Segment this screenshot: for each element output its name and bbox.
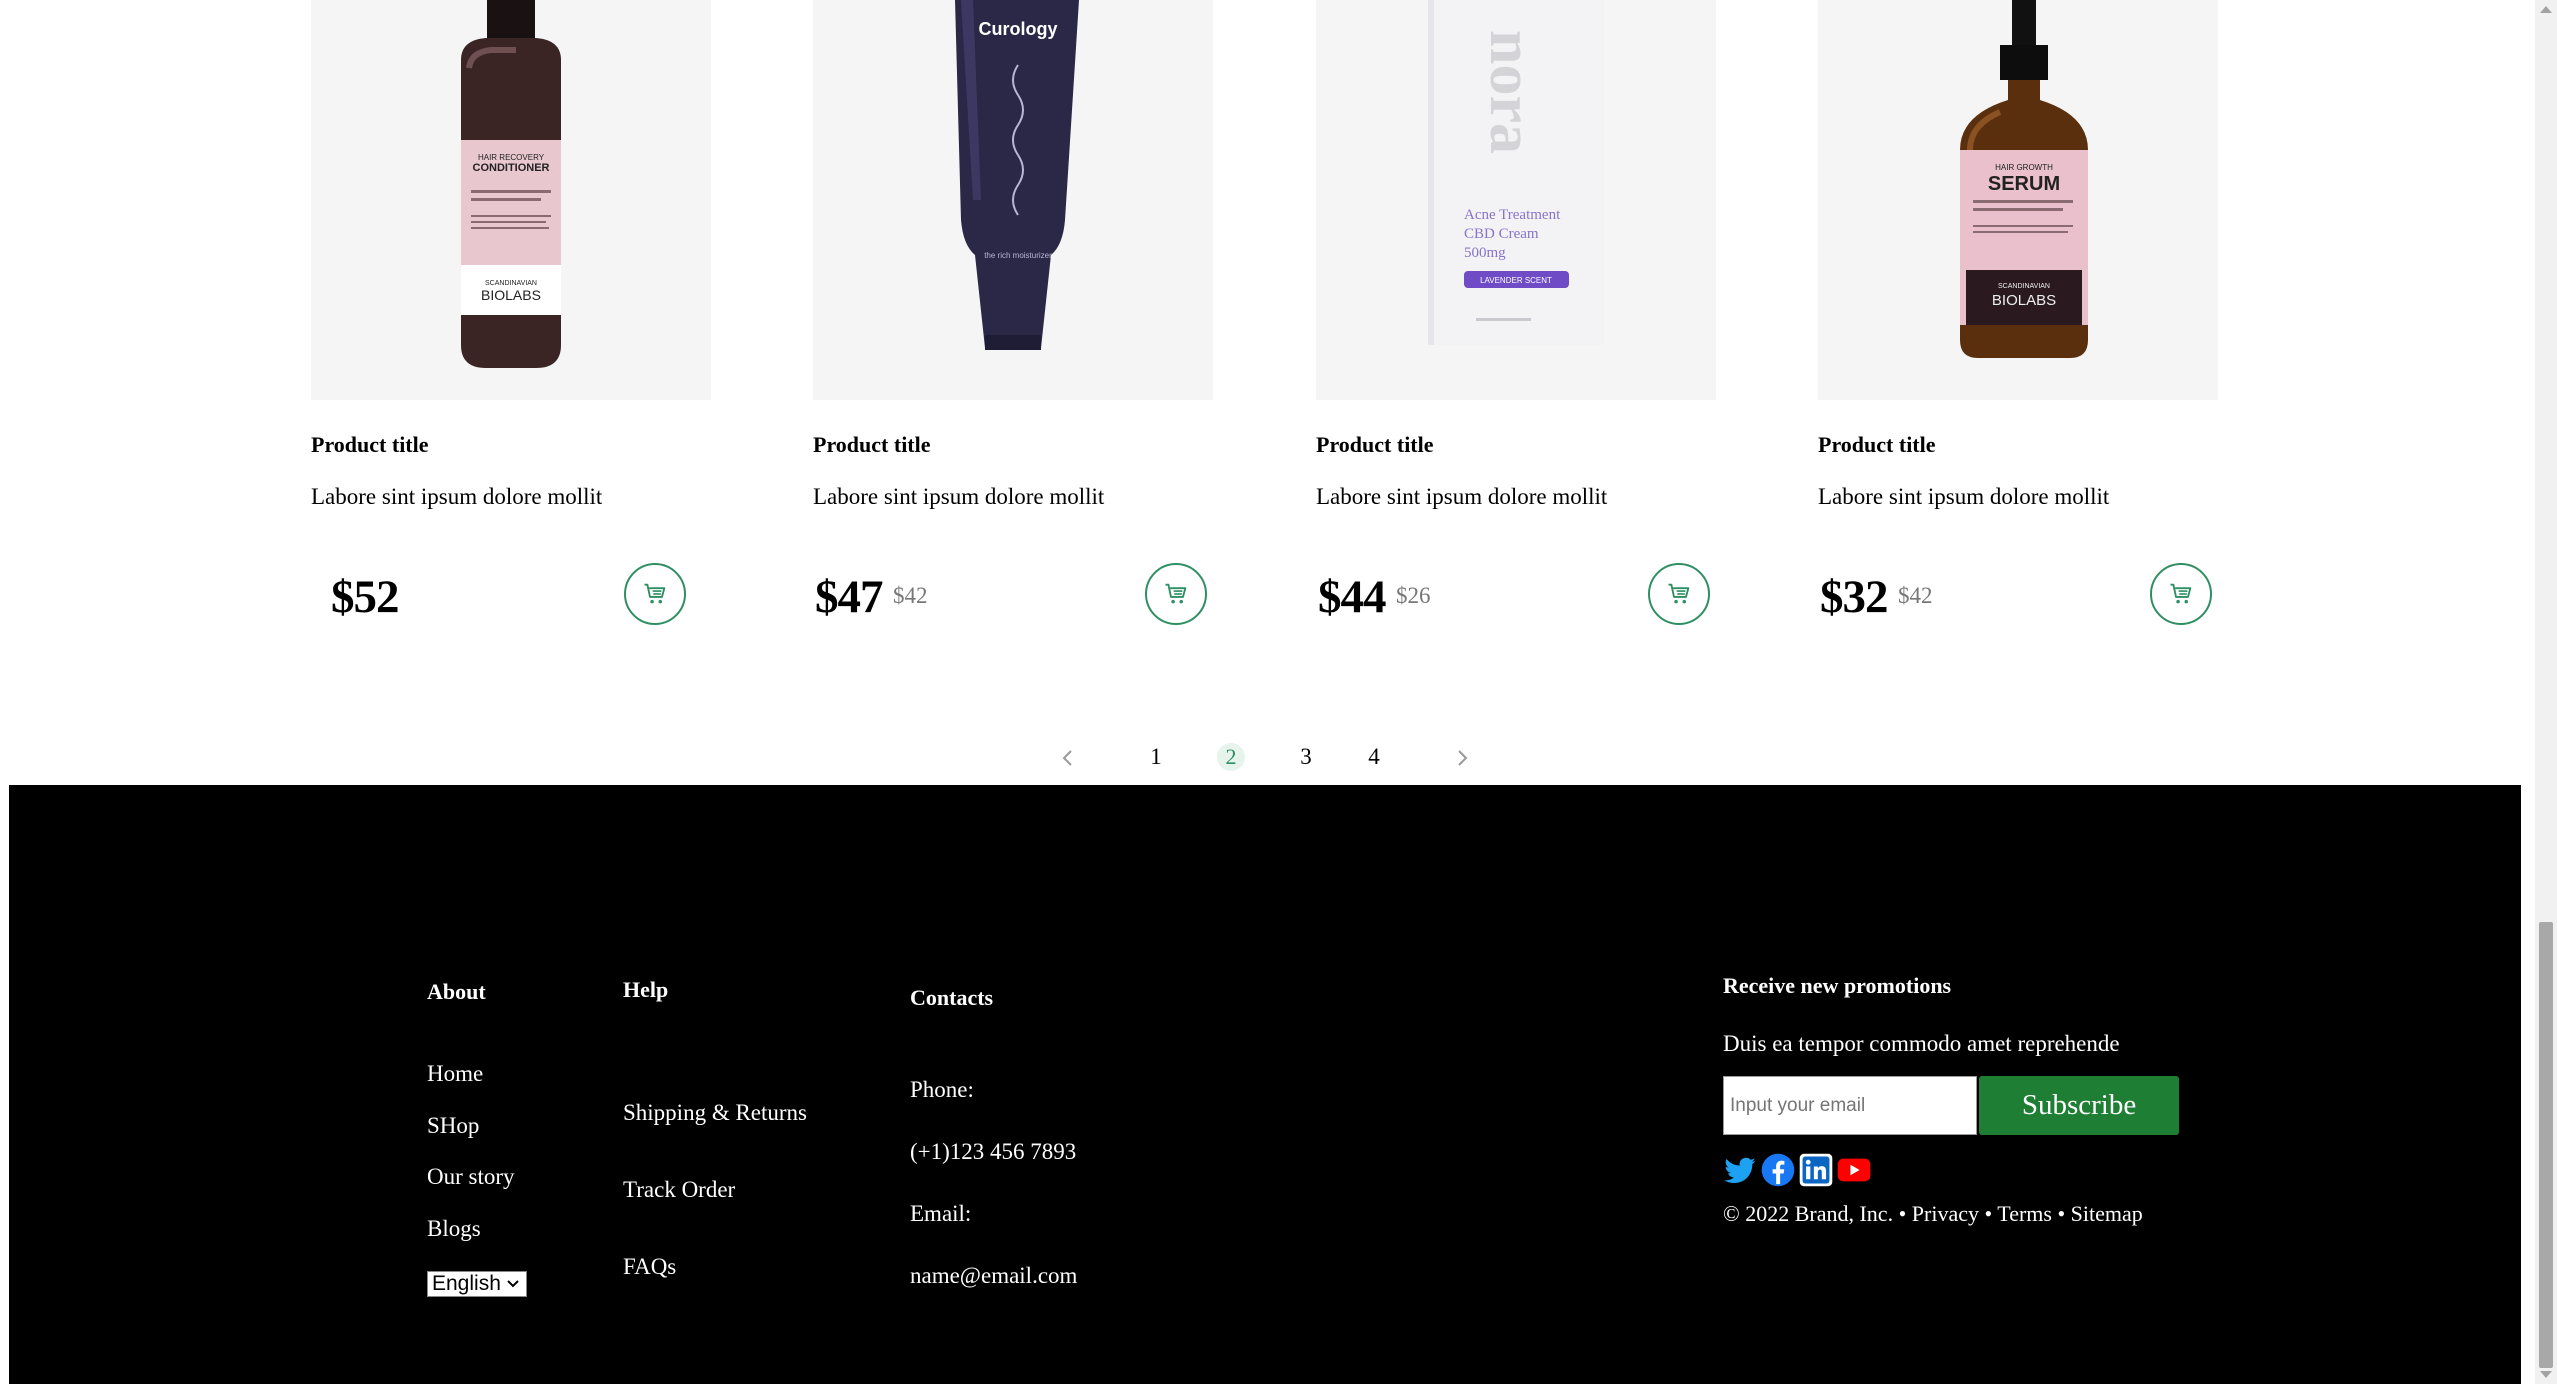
footer: About Home SHop Our story Blogs English …	[9, 785, 2521, 1384]
phone-label: Phone:	[910, 1077, 974, 1102]
help-heading: Help	[623, 977, 669, 1002]
add-to-cart-button[interactable]	[624, 563, 686, 625]
svg-text:Acne Treatment: Acne Treatment	[1464, 207, 1561, 223]
product-card[interactable]: HAIR GROWTH SERUM SCANDINAVIAN BIOLABS P…	[1818, 0, 2218, 625]
product-price: $44	[1318, 571, 1386, 623]
product-description: Labore sint ipsum dolore mollit	[311, 484, 603, 509]
footer-link-blogs[interactable]: Blogs	[427, 1216, 481, 1242]
product-price: $52	[331, 571, 399, 623]
svg-text:SCANDINAVIAN: SCANDINAVIAN	[485, 280, 537, 287]
linkedin-icon[interactable]	[1799, 1153, 1833, 1187]
scrollbar-thumb[interactable]	[2539, 922, 2553, 1368]
product-image[interactable]: Curology the rich moisturizer	[813, 0, 1213, 400]
curology-tube-image: Curology the rich moisturizer	[955, 0, 1079, 350]
subscribe-button[interactable]: Subscribe	[1979, 1076, 2179, 1135]
about-heading: About	[427, 979, 486, 1004]
separator: •	[1898, 1201, 1907, 1226]
product-old-price: $26	[1396, 583, 1431, 608]
product-grid: HAIR RECOVERY CONDITIONER SCANDINAVIAN B…	[0, 0, 2535, 785]
terms-link[interactable]: Terms	[1997, 1201, 2052, 1226]
separator: •	[1984, 1201, 1993, 1226]
twitter-icon[interactable]	[1723, 1153, 1757, 1187]
product-image[interactable]: HAIR GROWTH SERUM SCANDINAVIAN BIOLABS	[1818, 0, 2218, 400]
svg-text:CBD Cream: CBD Cream	[1464, 226, 1539, 242]
cart-icon	[2170, 583, 2192, 604]
email-address: name@email.com	[910, 1263, 1078, 1288]
page-2-button[interactable]: 2	[1217, 743, 1245, 771]
product-image[interactable]: HAIR RECOVERY CONDITIONER SCANDINAVIAN B…	[311, 0, 711, 400]
phone-number: (+1)123 456 7893	[910, 1139, 1077, 1164]
footer-link-our-story[interactable]: Our story	[427, 1164, 515, 1190]
copyright-text: © 2022 Brand, Inc.	[1723, 1201, 1894, 1226]
product-price: $47	[815, 571, 883, 623]
sitemap-link[interactable]: Sitemap	[2071, 1201, 2143, 1226]
add-to-cart-button[interactable]	[1648, 563, 1710, 625]
privacy-link[interactable]: Privacy	[1912, 1201, 1979, 1226]
footer-link-home[interactable]: Home	[427, 1061, 483, 1087]
cart-icon	[1668, 583, 1690, 604]
chevron-right-icon[interactable]	[1450, 746, 1474, 770]
product-card[interactable]: HAIR RECOVERY CONDITIONER SCANDINAVIAN B…	[311, 0, 711, 625]
language-select[interactable]: English	[427, 1271, 527, 1297]
page-3-button[interactable]: 3	[1291, 740, 1321, 774]
footer-link-shipping-returns[interactable]: Shipping & Returns	[623, 1100, 807, 1126]
cart-icon	[644, 583, 666, 604]
svg-text:500mg: 500mg	[1464, 245, 1506, 261]
contacts-heading: Contacts	[910, 985, 994, 1010]
scroll-down-arrow-icon[interactable]	[2540, 1371, 2552, 1378]
youtube-icon[interactable]	[1837, 1153, 1871, 1187]
scroll-up-arrow-icon[interactable]	[2540, 6, 2552, 13]
product-description: Labore sint ipsum dolore mollit	[813, 484, 1105, 509]
svg-text:Curology: Curology	[979, 19, 1058, 39]
email-label: Email:	[910, 1201, 972, 1226]
svg-text:HAIR RECOVERY: HAIR RECOVERY	[478, 153, 545, 162]
product-card[interactable]: Curology the rich moisturizer Product ti…	[813, 0, 1213, 625]
svg-text:nora: nora	[1477, 30, 1545, 154]
svg-text:HAIR GROWTH: HAIR GROWTH	[1995, 163, 2053, 172]
separator: •	[2057, 1201, 2066, 1226]
footer-link-shop[interactable]: SHop	[427, 1113, 479, 1139]
svg-text:BIOLABS: BIOLABS	[1992, 292, 2056, 309]
promotions-text: Duis ea tempor commodo amet reprehende	[1723, 1031, 2120, 1056]
add-to-cart-button[interactable]	[2150, 563, 2212, 625]
product-price: $32	[1820, 571, 1888, 623]
product-old-price: $42	[893, 583, 928, 608]
serum-bottle-image: HAIR GROWTH SERUM SCANDINAVIAN BIOLABS	[1960, 0, 2088, 358]
chevron-down-icon	[507, 1280, 519, 1288]
vertical-scrollbar[interactable]	[2535, 0, 2557, 1384]
facebook-icon[interactable]	[1761, 1153, 1795, 1187]
promotions-heading: Receive new promotions	[1723, 973, 1952, 998]
product-image[interactable]: nora Acne Treatment CBD Cream 500mg LAVE…	[1316, 0, 1716, 400]
svg-text:CONDITIONER: CONDITIONER	[473, 162, 550, 174]
svg-text:BIOLABS: BIOLABS	[481, 287, 541, 303]
svg-text:the rich moisturizer: the rich moisturizer	[984, 251, 1052, 260]
product-description: Labore sint ipsum dolore mollit	[1316, 484, 1608, 509]
legal-line: © 2022 Brand, Inc. • Privacy • Terms • S…	[1723, 1201, 2143, 1227]
product-old-price: $42	[1898, 583, 1933, 608]
pagination: 1 2 3 4	[0, 740, 2535, 780]
page-4-button[interactable]: 4	[1359, 740, 1389, 774]
product-title[interactable]: Product title	[1818, 432, 1936, 458]
product-description: Labore sint ipsum dolore mollit	[1818, 484, 2110, 509]
product-card[interactable]: nora Acne Treatment CBD Cream 500mg LAVE…	[1316, 0, 1716, 625]
footer-link-faqs[interactable]: FAQs	[623, 1254, 676, 1280]
chevron-left-icon[interactable]	[1056, 746, 1080, 770]
footer-link-track-order[interactable]: Track Order	[623, 1177, 735, 1203]
product-title[interactable]: Product title	[1316, 432, 1434, 458]
product-title[interactable]: Product title	[813, 432, 931, 458]
nora-box-image: nora Acne Treatment CBD Cream 500mg LAVE…	[1428, 0, 1604, 345]
page-1-button[interactable]: 1	[1141, 740, 1171, 774]
email-input[interactable]	[1723, 1076, 1977, 1135]
conditioner-bottle-image: HAIR RECOVERY CONDITIONER SCANDINAVIAN B…	[461, 0, 561, 368]
svg-text:LAVENDER SCENT: LAVENDER SCENT	[1480, 276, 1552, 285]
svg-text:SERUM: SERUM	[1988, 173, 2060, 195]
language-value: English	[432, 1272, 501, 1295]
svg-text:SCANDINAVIAN: SCANDINAVIAN	[1998, 283, 2050, 290]
product-title[interactable]: Product title	[311, 432, 429, 458]
cart-icon	[1165, 583, 1187, 604]
add-to-cart-button[interactable]	[1145, 563, 1207, 625]
